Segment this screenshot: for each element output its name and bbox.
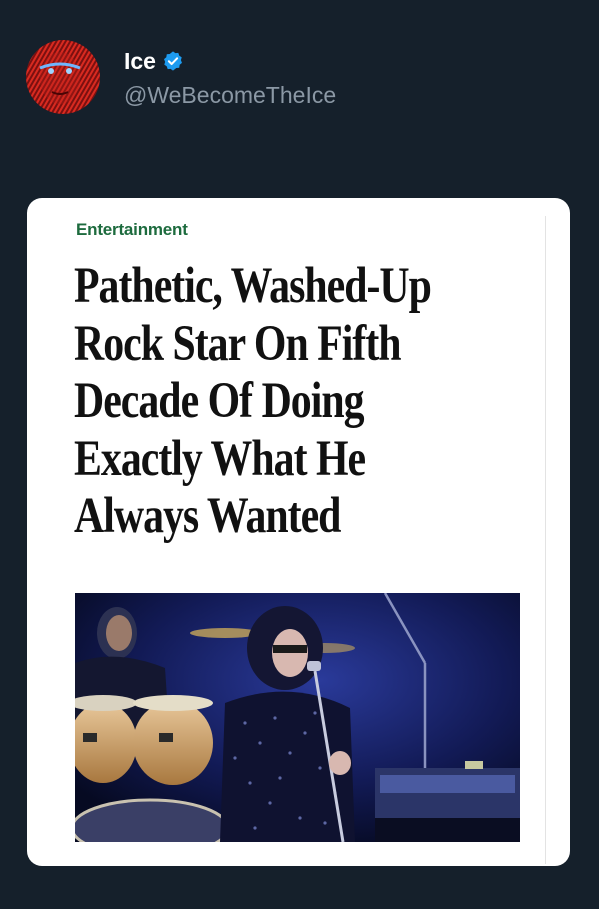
- tweet-header: Ice @WeBecomeTheIce: [26, 40, 336, 114]
- article-category[interactable]: Entertainment: [76, 220, 188, 240]
- headline-line: Pathetic, Washed-Up: [74, 258, 432, 314]
- rock-concert-photo: [75, 593, 520, 842]
- display-name[interactable]: Ice: [124, 48, 156, 75]
- handle[interactable]: @WeBecomeTheIce: [124, 82, 336, 109]
- headline-line: Always Wanted: [74, 488, 341, 544]
- headline-line: Exactly What He: [74, 430, 366, 487]
- card-divider: [545, 216, 546, 864]
- article-photo[interactable]: [75, 593, 520, 842]
- author-info: Ice @WeBecomeTheIce: [124, 44, 336, 109]
- name-row: Ice: [124, 44, 336, 78]
- article-headline[interactable]: Pathetic, Washed-Up Rock Star On Fifth D…: [74, 258, 451, 546]
- verified-badge-icon: [164, 51, 182, 71]
- article-card[interactable]: Entertainment Pathetic, Washed-Up Rock S…: [27, 198, 570, 866]
- avatar-red-portrait: [26, 40, 100, 114]
- avatar[interactable]: [26, 40, 100, 114]
- headline-line: Decade Of Doing: [74, 373, 365, 429]
- headline-line: Rock Star On Fifth: [74, 315, 402, 372]
